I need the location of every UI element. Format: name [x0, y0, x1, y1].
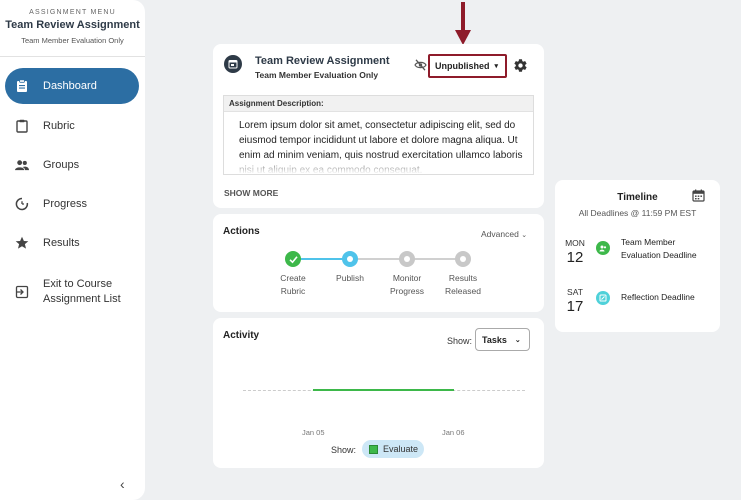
chevron-down-icon: ⌄: [521, 232, 528, 239]
activity-filter-select[interactable]: Tasks ⌄: [475, 328, 530, 351]
activity-show-label: Show:: [447, 336, 473, 346]
sidebar-item-label: Groups: [43, 158, 80, 171]
step-label-line: Rubric: [280, 286, 306, 296]
star-icon: [15, 236, 29, 250]
sidebar-item-label: Progress: [43, 197, 88, 210]
visibility-off-icon[interactable]: [414, 59, 427, 71]
clipboard-outline-icon: [15, 119, 29, 133]
event-day: SAT: [567, 287, 583, 297]
sidebar-item-label: Dashboard: [43, 79, 97, 92]
advanced-dropdown[interactable]: Advanced ⌄: [481, 229, 527, 239]
assignment-subtitle: Team Member Evaluation Only: [255, 70, 379, 80]
step-results-released[interactable]: [455, 251, 471, 267]
menu-divider: [0, 56, 145, 57]
timeline-subtitle: All Deadlines @ 11:59 PM EST: [578, 208, 697, 218]
description-fade: [224, 156, 533, 174]
actions-title: Actions: [223, 226, 260, 237]
step-label-line: Released: [445, 286, 481, 296]
check-icon: [288, 255, 298, 263]
step-label-line: Create: [280, 273, 306, 283]
description-label: Assignment Description:: [224, 96, 533, 112]
menu-title: Team Review Assignment: [5, 19, 140, 31]
activity-title: Activity: [223, 330, 260, 341]
sidebar-item-label: Exit to Course Assignment List: [43, 278, 121, 305]
legend-item-label: Evaluate: [383, 444, 419, 454]
progress-icon: [15, 197, 29, 211]
exit-icon: [15, 285, 29, 299]
sidebar-item-groups[interactable]: Groups: [5, 147, 139, 183]
sidebar-item-label: Rubric: [43, 119, 75, 132]
team-icon: [596, 241, 610, 255]
sidebar-item-progress[interactable]: Progress: [5, 186, 139, 222]
step-create-rubric[interactable]: [285, 251, 301, 267]
current-step-dot-icon: [347, 256, 353, 262]
timeline-card: Timeline All Deadlines @ 11:59 PM EST MO…: [555, 180, 720, 332]
menu-caption: ASSIGNMENT MENU: [29, 9, 116, 16]
x-tick-label: Jan 05: [302, 428, 325, 437]
actions-card: Actions Advanced ⌄ Create Rubric Publish…: [213, 214, 544, 312]
collapse-sidebar-button[interactable]: ‹: [120, 476, 125, 492]
event-day: MON: [565, 238, 585, 248]
chevron-down-icon: ▾: [494, 63, 499, 70]
step-monitor-progress[interactable]: [399, 251, 415, 267]
assignment-description-box: Assignment Description: Lorem ipsum dolo…: [223, 95, 534, 175]
sidebar-item-rubric[interactable]: Rubric: [5, 108, 139, 144]
assignment-icon: [224, 55, 242, 73]
event-label[interactable]: Team Member Evaluation Deadline: [621, 236, 713, 262]
arrow-down-icon: [455, 2, 471, 45]
activity-filter-value: Tasks: [482, 334, 507, 345]
show-more-link[interactable]: SHOW MORE: [224, 188, 278, 198]
sidebar-item-results[interactable]: Results: [5, 225, 139, 261]
event-date: 17: [566, 298, 584, 315]
step-label-line: Results: [448, 273, 478, 283]
step-label-line: Publish: [336, 273, 364, 283]
pending-step-dot-icon: [460, 256, 466, 262]
menu-subtitle: Team Member Evaluation Only: [21, 36, 124, 45]
legend-swatch: [369, 444, 378, 454]
assignment-card: Team Review Assignment Team Member Evalu…: [213, 44, 544, 208]
sidebar-item-label: Results: [43, 236, 80, 249]
clipboard-icon: [15, 79, 29, 93]
event-label[interactable]: Reflection Deadline: [621, 291, 713, 304]
sidebar-item-dashboard[interactable]: Dashboard: [5, 68, 139, 104]
calendar-icon[interactable]: [692, 189, 705, 202]
assignment-title: Team Review Assignment: [255, 55, 390, 67]
note-icon: [596, 291, 610, 305]
people-icon: [15, 158, 29, 172]
step-label-results-released: Results Released: [433, 272, 493, 298]
x-tick-label: Jan 06: [442, 428, 465, 437]
publish-status-value: Unpublished: [435, 61, 490, 71]
step-label-line: Monitor: [392, 273, 422, 283]
step-label-line: Progress: [389, 286, 424, 296]
evaluate-series-line: [313, 389, 454, 391]
chevron-down-icon: ⌄: [514, 336, 521, 344]
step-publish[interactable]: [342, 251, 358, 267]
activity-card: Activity Show: Tasks ⌄ Jan 05 Jan 06 Sho…: [213, 318, 544, 468]
assignment-sidebar: ASSIGNMENT MENU Team Review Assignment T…: [0, 0, 145, 500]
pending-step-dot-icon: [404, 256, 410, 262]
legend-show-label: Show:: [331, 445, 357, 455]
gear-icon[interactable]: [513, 58, 528, 73]
advanced-label: Advanced: [481, 229, 519, 239]
event-date: 12: [566, 249, 584, 266]
step-label-publish: Publish: [320, 272, 380, 285]
step-label-create-rubric: Create Rubric: [263, 272, 323, 298]
legend-toggle-evaluate[interactable]: Evaluate: [362, 440, 424, 458]
sidebar-item-exit[interactable]: Exit to Course Assignment List: [5, 272, 139, 312]
publish-status-select[interactable]: Unpublished ▾: [428, 54, 507, 78]
step-label-monitor-progress: Monitor Progress: [377, 272, 437, 298]
